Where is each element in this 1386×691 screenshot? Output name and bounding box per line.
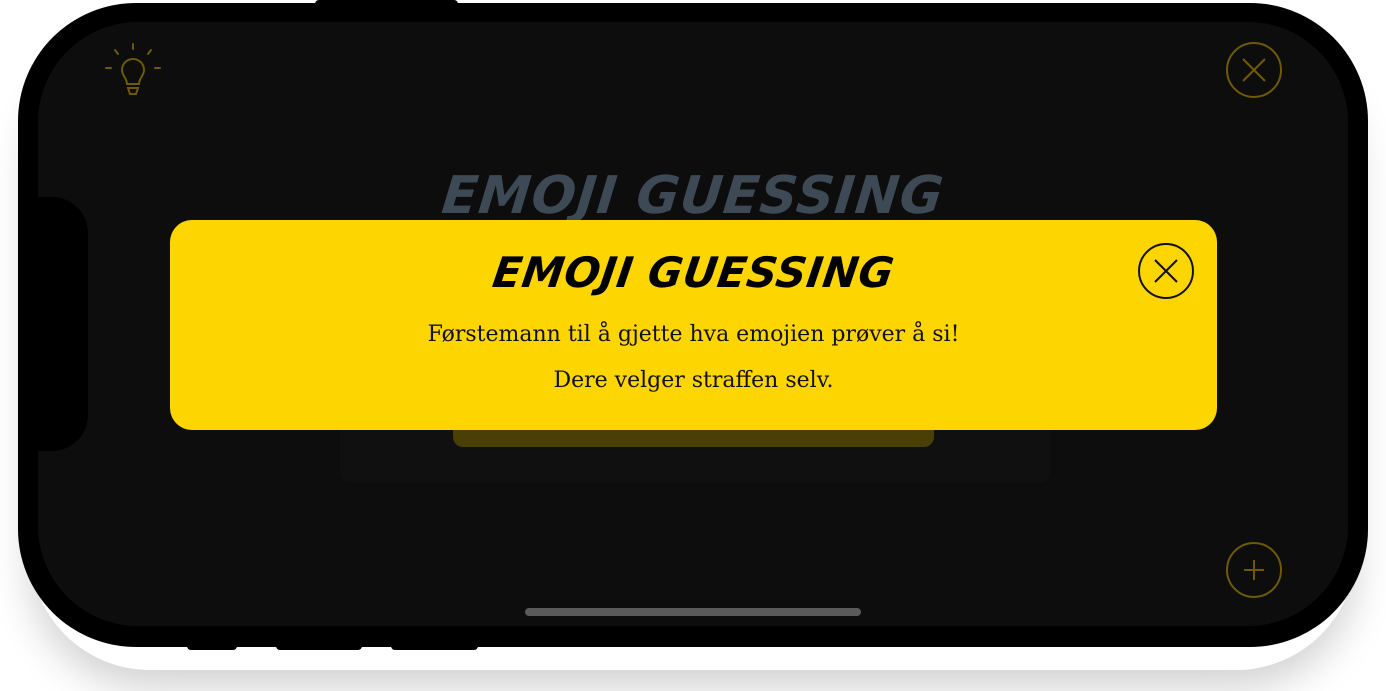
add-button[interactable] [1226, 542, 1282, 598]
modal-description-line2: Dere velger straffen selv. [553, 368, 834, 393]
plus-icon [1244, 560, 1264, 580]
close-icon [1242, 58, 1266, 82]
modal-description-line1: Førstemann til å gjette hva emojien prøv… [427, 322, 960, 347]
close-icon [1154, 259, 1178, 283]
background-game-title: EMOJI GUESSING [439, 166, 947, 226]
home-indicator[interactable] [525, 608, 861, 616]
hint-button[interactable] [103, 42, 163, 102]
modal-title: EMOJI GUESSING [489, 248, 898, 297]
info-modal: EMOJI GUESSING Førstemann til å gjette h… [170, 220, 1217, 430]
lightbulb-icon [105, 43, 161, 95]
modal-close-button[interactable] [1138, 243, 1194, 299]
camera-notch [18, 197, 88, 451]
screen-overlay-layer: EMOJI GUESSING EMOJI GUESSING Førstemann… [0, 0, 1386, 691]
exit-button[interactable] [1226, 42, 1282, 98]
